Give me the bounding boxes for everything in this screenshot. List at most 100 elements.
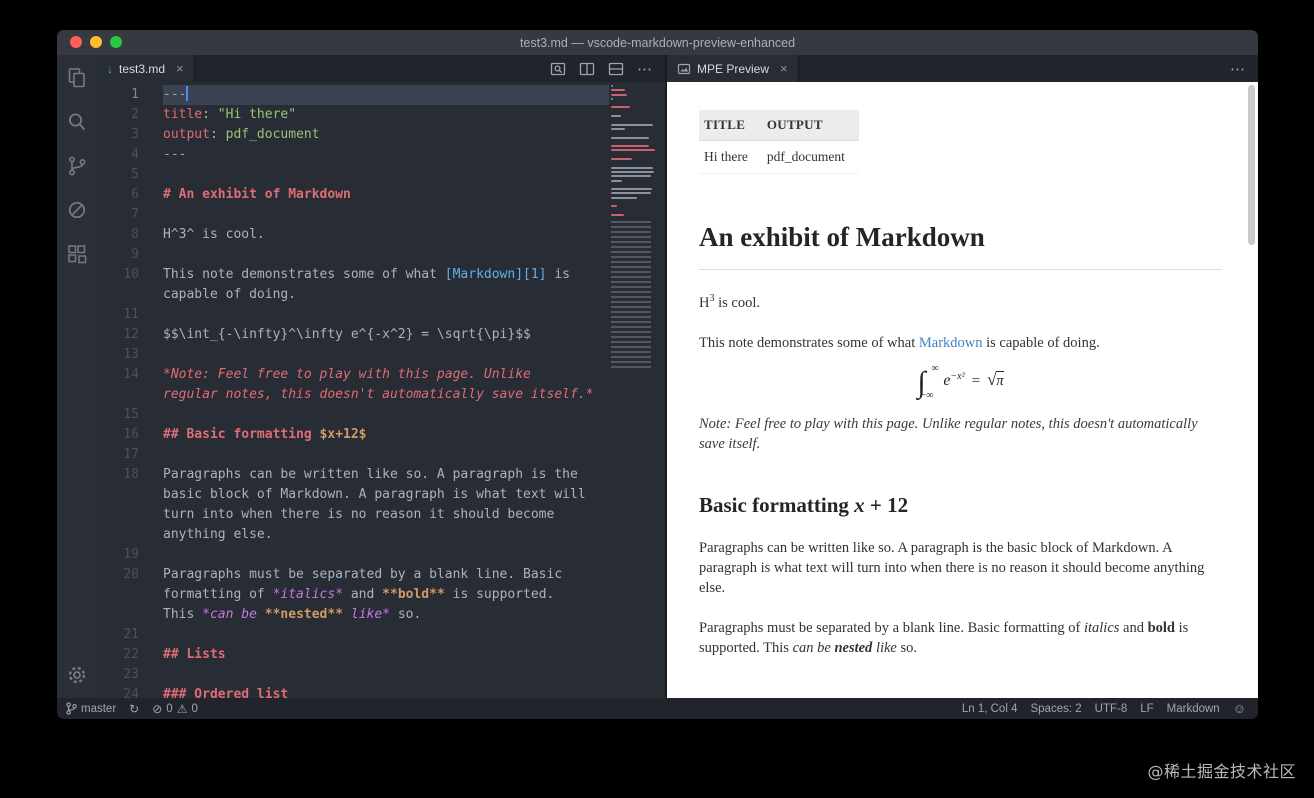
editor-row[interactable]: formatting of *italics* and **bold** is …	[97, 585, 609, 605]
git-branch-item[interactable]: master	[66, 702, 116, 715]
paragraph-basic: Paragraphs can be written like so. A par…	[699, 538, 1222, 598]
line-number: 17	[97, 445, 163, 465]
editor-row[interactable]: 3output: pdf_document	[97, 125, 609, 145]
language-mode[interactable]: Markdown	[1167, 703, 1220, 715]
editor-row[interactable]: 17	[97, 445, 609, 465]
close-tab-icon[interactable]: ×	[176, 61, 184, 76]
markdown-preview: TITLE OUTPUT Hi there pdf_document An ex…	[667, 82, 1258, 698]
split-editor-icon[interactable]	[579, 61, 595, 77]
line-number: 2	[97, 105, 163, 125]
search-icon[interactable]	[64, 109, 90, 135]
code-line	[163, 245, 609, 265]
code-line: ### Ordered list	[163, 685, 609, 698]
code-editor[interactable]: 1---2title: "Hi there"3output: pdf_docum…	[97, 82, 665, 698]
mpe-preview-icon	[677, 62, 691, 76]
settings-gear-icon[interactable]	[64, 662, 90, 688]
code-line: ## Lists	[163, 645, 609, 665]
tab-label: MPE Preview	[697, 62, 769, 76]
table-header-row: TITLE OUTPUT	[699, 110, 859, 141]
open-preview-icon[interactable]	[550, 61, 566, 77]
editor-row[interactable]: 19	[97, 545, 609, 565]
line-number: 6	[97, 185, 163, 205]
editor-row[interactable]: 2title: "Hi there"	[97, 105, 609, 125]
sync-icon[interactable]: ↻	[129, 702, 139, 716]
line-number: 1	[97, 85, 163, 105]
line-number	[97, 585, 163, 605]
editor-row[interactable]: 1---	[97, 85, 609, 105]
editor-row[interactable]: 8H^3^ is cool.	[97, 225, 609, 245]
code-line: ---	[163, 145, 609, 165]
editor-row[interactable]: 24### Ordered list	[97, 685, 609, 698]
preview-more-actions-icon[interactable]: ⋯	[1230, 60, 1246, 78]
note-paragraph: Note: Feel free to play with this page. …	[699, 414, 1222, 454]
editor-row[interactable]: 20Paragraphs must be separated by a blan…	[97, 565, 609, 585]
debug-icon[interactable]	[64, 197, 90, 223]
editor-row[interactable]: 5	[97, 165, 609, 185]
editor-row[interactable]: 12$$\int_{-\infty}^\infty e^{-x^2} = \sq…	[97, 325, 609, 345]
source-control-icon[interactable]	[64, 153, 90, 179]
close-window-button[interactable]	[70, 36, 82, 48]
editor-row[interactable]: capable of doing.	[97, 285, 609, 305]
tab-mpe-preview[interactable]: MPE Preview ×	[667, 55, 799, 82]
editor-row[interactable]: turn into when there is no reason it sho…	[97, 505, 609, 525]
code-line	[163, 165, 609, 185]
status-bar: master ↻ ⊘ 0 ⚠ 0 Ln 1, Col 4 Spaces: 2 U…	[57, 698, 1258, 719]
line-number: 20	[97, 565, 163, 585]
line-number	[97, 525, 163, 545]
problems-item[interactable]: ⊘ 0 ⚠ 0	[152, 702, 198, 716]
editor-row[interactable]: 14*Note: Feel free to play with this pag…	[97, 365, 609, 385]
preview-scrollbar[interactable]	[1248, 85, 1255, 245]
editor-row[interactable]: 22## Lists	[97, 645, 609, 665]
editor-row[interactable]: 21	[97, 625, 609, 645]
code-line: regular notes, this doesn't automaticall…	[163, 385, 609, 405]
preview-group: MPE Preview × ⋯ TITLE OUTPUT	[665, 55, 1258, 698]
editor-row[interactable]: 7	[97, 205, 609, 225]
editor-row[interactable]: 13	[97, 345, 609, 365]
editor-group: ↓ test3.md × ⋯	[97, 55, 665, 698]
editor-row[interactable]: 11	[97, 305, 609, 325]
markdown-file-icon: ↓	[107, 62, 113, 76]
branch-icon	[66, 702, 77, 715]
editor-row[interactable]: 6# An exhibit of Markdown	[97, 185, 609, 205]
editor-row[interactable]: 15	[97, 405, 609, 425]
editor-row[interactable]: 10This note demonstrates some of what [M…	[97, 265, 609, 285]
cursor-position[interactable]: Ln 1, Col 4	[962, 703, 1018, 715]
eol-sequence[interactable]: LF	[1140, 703, 1153, 715]
editor-lines: 1---2title: "Hi there"3output: pdf_docum…	[97, 85, 609, 698]
explorer-icon[interactable]	[64, 65, 90, 91]
line-number	[97, 385, 163, 405]
editor-row[interactable]: 16## Basic formatting $x+12$	[97, 425, 609, 445]
markdown-link[interactable]: Markdown	[919, 335, 983, 351]
tab-test3-md[interactable]: ↓ test3.md ×	[97, 55, 195, 82]
code-line	[163, 445, 609, 465]
minimize-window-button[interactable]	[90, 36, 102, 48]
editor-row[interactable]: 23	[97, 665, 609, 685]
editor-row[interactable]: basic block of Markdown. A paragraph is …	[97, 485, 609, 505]
line-number: 10	[97, 265, 163, 285]
toggle-layout-icon[interactable]	[608, 61, 624, 77]
editor-row[interactable]: 4---	[97, 145, 609, 165]
close-preview-tab-icon[interactable]: ×	[780, 61, 788, 76]
code-line: capable of doing.	[163, 285, 609, 305]
errors-icon: ⊘	[152, 702, 162, 716]
editor-row[interactable]: 18Paragraphs can be written like so. A p…	[97, 465, 609, 485]
more-actions-icon[interactable]: ⋯	[637, 60, 653, 78]
line-number: 19	[97, 545, 163, 565]
code-line: Paragraphs must be separated by a blank …	[163, 565, 609, 585]
code-line: H^3^ is cool.	[163, 225, 609, 245]
line-number: 14	[97, 365, 163, 385]
extensions-icon[interactable]	[64, 241, 90, 267]
zoom-window-button[interactable]	[110, 36, 122, 48]
window-controls	[70, 36, 122, 48]
encoding[interactable]: UTF-8	[1095, 703, 1128, 715]
code-line	[163, 305, 609, 325]
paragraph-formatting: Paragraphs must be separated by a blank …	[699, 618, 1222, 658]
editor-row[interactable]: anything else.	[97, 525, 609, 545]
minimap[interactable]	[611, 85, 663, 369]
code-line: title: "Hi there"	[163, 105, 609, 125]
editor-row[interactable]: 9	[97, 245, 609, 265]
editor-row[interactable]: This *can be **nested** like* so.	[97, 605, 609, 625]
indentation[interactable]: Spaces: 2	[1030, 703, 1081, 715]
feedback-smiley-icon[interactable]: ☺	[1233, 701, 1246, 716]
editor-row[interactable]: regular notes, this doesn't automaticall…	[97, 385, 609, 405]
